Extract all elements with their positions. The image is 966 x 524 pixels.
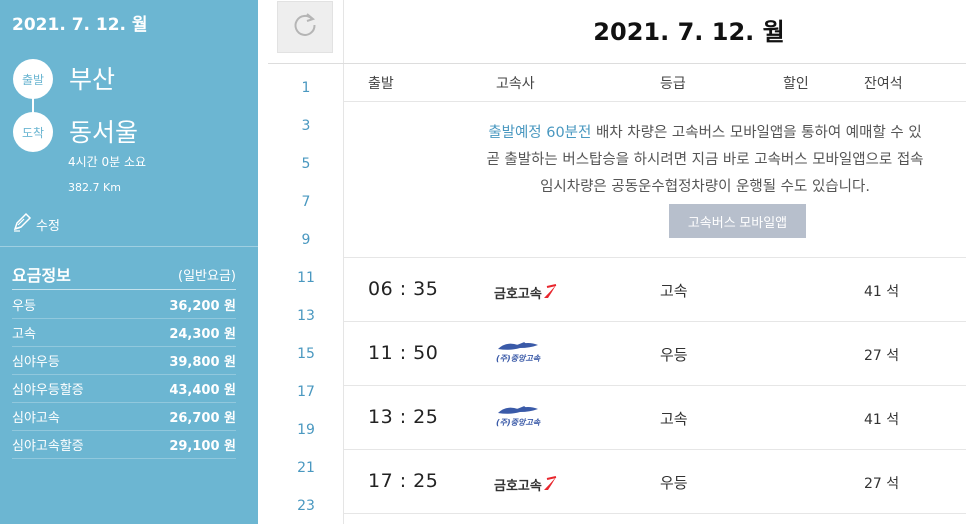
hour-link[interactable]: 23 xyxy=(268,498,344,514)
fare-row: 심야우등 39,800 원 xyxy=(12,347,236,375)
edit-label: 수정 xyxy=(36,218,60,234)
hour-link[interactable]: 5 xyxy=(268,156,344,172)
departure-time: 11 : 50 xyxy=(368,342,439,364)
column-header-grade: 등급 xyxy=(660,76,686,92)
schedule-panel: 2021. 7. 12. 월 출발 고속사 등급 할인 잔여석 출발예정 60분… xyxy=(344,0,966,524)
notice-line-3: 임시차량은 공동운수협정차량이 운행될 수도 있습니다. xyxy=(540,179,870,195)
remaining-seats: 41 석 xyxy=(864,412,900,428)
joongang-logo: (주)중앙고속 xyxy=(494,403,564,431)
hour-link[interactable]: 17 xyxy=(268,384,344,400)
departure-time: 06 : 35 xyxy=(368,278,439,300)
company-name: 금호고속 xyxy=(494,478,542,494)
fare-row: 심야고속할증 29,100 원 xyxy=(12,431,236,459)
hour-rail: 1 3 5 7 9 11 13 15 17 19 21 23 xyxy=(268,0,344,524)
hour-link[interactable]: 7 xyxy=(268,194,344,210)
fare-grade: 심야우등 xyxy=(12,355,60,370)
bus-grade: 고속 xyxy=(660,410,688,428)
company-name: (주)중앙고속 xyxy=(496,354,541,363)
trip-distance: 382.7 Km xyxy=(68,181,121,194)
fare-grade: 심야고속할증 xyxy=(12,439,84,454)
edit-route-button[interactable]: 수정 xyxy=(12,212,60,236)
column-header-departure: 출발 xyxy=(368,76,394,92)
fare-title: 요금정보 xyxy=(12,266,71,285)
notice-line-1-text: 배차 차량은 고속버스 모바일앱을 통하여 예매할 수 있 xyxy=(591,125,922,141)
fare-list: 우등 36,200 원 고속 24,300 원 심야우등 39,800 원 심야… xyxy=(12,291,236,459)
fare-grade: 고속 xyxy=(12,327,36,342)
fare-price: 43,400 원 xyxy=(169,383,236,398)
hour-link[interactable]: 19 xyxy=(268,422,344,438)
schedule-row[interactable]: 13 : 25 (주)중앙고속 고속 41 석 xyxy=(344,385,966,449)
hour-link[interactable]: 13 xyxy=(268,308,344,324)
kumho-logo: 금호고속 xyxy=(494,467,564,495)
mobile-app-button[interactable]: 고속버스 모바일앱 xyxy=(669,204,806,238)
remaining-seats: 27 석 xyxy=(864,476,900,492)
sidebar-date: 2021. 7. 12. 월 xyxy=(12,15,148,35)
bus-grade: 우등 xyxy=(660,346,688,364)
departure-time: 17 : 25 xyxy=(368,470,439,492)
kumho-logo: 금호고속 xyxy=(494,275,564,303)
hour-link[interactable]: 21 xyxy=(268,460,344,476)
schedule-row[interactable]: 11 : 50 (주)중앙고속 우등 27 석 xyxy=(344,321,966,385)
refresh-icon xyxy=(290,10,320,44)
hour-link[interactable]: 1 xyxy=(268,80,344,96)
fare-grade: 우등 xyxy=(12,299,36,314)
hour-link[interactable]: 15 xyxy=(268,346,344,362)
fare-price: 26,700 원 xyxy=(169,411,236,426)
notice-line-2: 곧 출발하는 버스탑승을 하시려면 지금 바로 고속버스 모바일앱으로 접속 xyxy=(486,152,924,168)
column-header-divider xyxy=(344,101,966,102)
route-sidebar: 2021. 7. 12. 월 출발 부산 도착 동서울 4시간 0분 소요 38… xyxy=(0,0,258,524)
arrival-badge: 도착 xyxy=(13,112,53,152)
departure-city: 부산 xyxy=(69,65,116,94)
column-header-discount: 할인 xyxy=(783,76,809,92)
schedule-row[interactable]: 17 : 25 금호고속 우등 27 석 xyxy=(344,449,966,513)
company-name: (주)중앙고속 xyxy=(496,418,541,427)
column-header-seats: 잔여석 xyxy=(864,76,903,92)
hour-link[interactable]: 9 xyxy=(268,232,344,248)
remaining-seats: 27 석 xyxy=(864,348,900,364)
header-divider xyxy=(344,63,966,64)
schedule-row-divider xyxy=(344,513,966,524)
trip-duration: 4시간 0분 소요 xyxy=(68,155,147,169)
fare-grade: 심야우등할증 xyxy=(12,383,84,398)
refresh-button[interactable] xyxy=(277,1,333,53)
departure-time: 13 : 25 xyxy=(368,406,439,428)
sidebar-divider xyxy=(0,246,258,247)
hour-link[interactable]: 3 xyxy=(268,118,344,134)
fare-price: 24,300 원 xyxy=(169,327,236,342)
page-title: 2021. 7. 12. 월 xyxy=(593,18,785,46)
fare-row: 심야고속 26,700 원 xyxy=(12,403,236,431)
fare-price: 29,100 원 xyxy=(169,439,236,454)
rail-divider xyxy=(268,63,344,64)
schedule-row[interactable]: 06 : 35 금호고속 고속 41 석 xyxy=(344,257,966,321)
kumho-swoosh-icon xyxy=(543,476,557,490)
joongang-logo: (주)중앙고속 xyxy=(494,339,564,367)
notice-highlight: 출발예정 60분전 xyxy=(488,125,592,141)
fare-grade: 심야고속 xyxy=(12,411,60,426)
company-name: 금호고속 xyxy=(494,286,542,302)
fare-price: 36,200 원 xyxy=(169,299,236,314)
hour-link[interactable]: 11 xyxy=(268,270,344,286)
notice-text: 출발예정 60분전 배차 차량은 고속버스 모바일앱을 통하여 예매할 수 있 … xyxy=(344,120,966,201)
notice-line-1: 출발예정 60분전 배차 차량은 고속버스 모바일앱을 통하여 예매할 수 있 xyxy=(344,120,966,147)
departure-badge: 출발 xyxy=(13,59,53,99)
bus-grade: 우등 xyxy=(660,474,688,492)
kumho-swoosh-icon xyxy=(543,284,557,298)
fare-subtitle: (일반요금) xyxy=(178,269,236,284)
fare-row: 심야우등할증 43,400 원 xyxy=(12,375,236,403)
bus-grade: 고속 xyxy=(660,282,688,300)
arrival-city: 동서울 xyxy=(69,118,139,147)
remaining-seats: 41 석 xyxy=(864,284,900,300)
column-header-company: 고속사 xyxy=(496,76,535,92)
fare-row: 고속 24,300 원 xyxy=(12,319,236,347)
pencil-icon xyxy=(12,212,32,236)
fare-price: 39,800 원 xyxy=(169,355,236,370)
fare-header: 요금정보 (일반요금) xyxy=(12,262,236,290)
fare-row: 우등 36,200 원 xyxy=(12,291,236,319)
